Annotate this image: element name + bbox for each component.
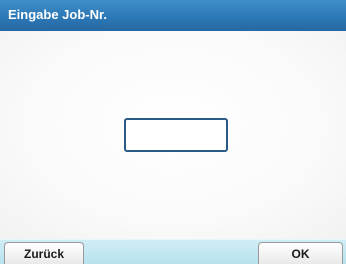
job-number-entry-screen: Eingabe Job-Nr. Zurück OK (0, 0, 346, 264)
job-number-input[interactable] (124, 118, 228, 152)
screen-title: Eingabe Job-Nr. (8, 7, 107, 22)
ok-button[interactable]: OK (258, 242, 343, 264)
title-bar: Eingabe Job-Nr. (0, 0, 346, 31)
back-button[interactable]: Zurück (4, 242, 84, 264)
